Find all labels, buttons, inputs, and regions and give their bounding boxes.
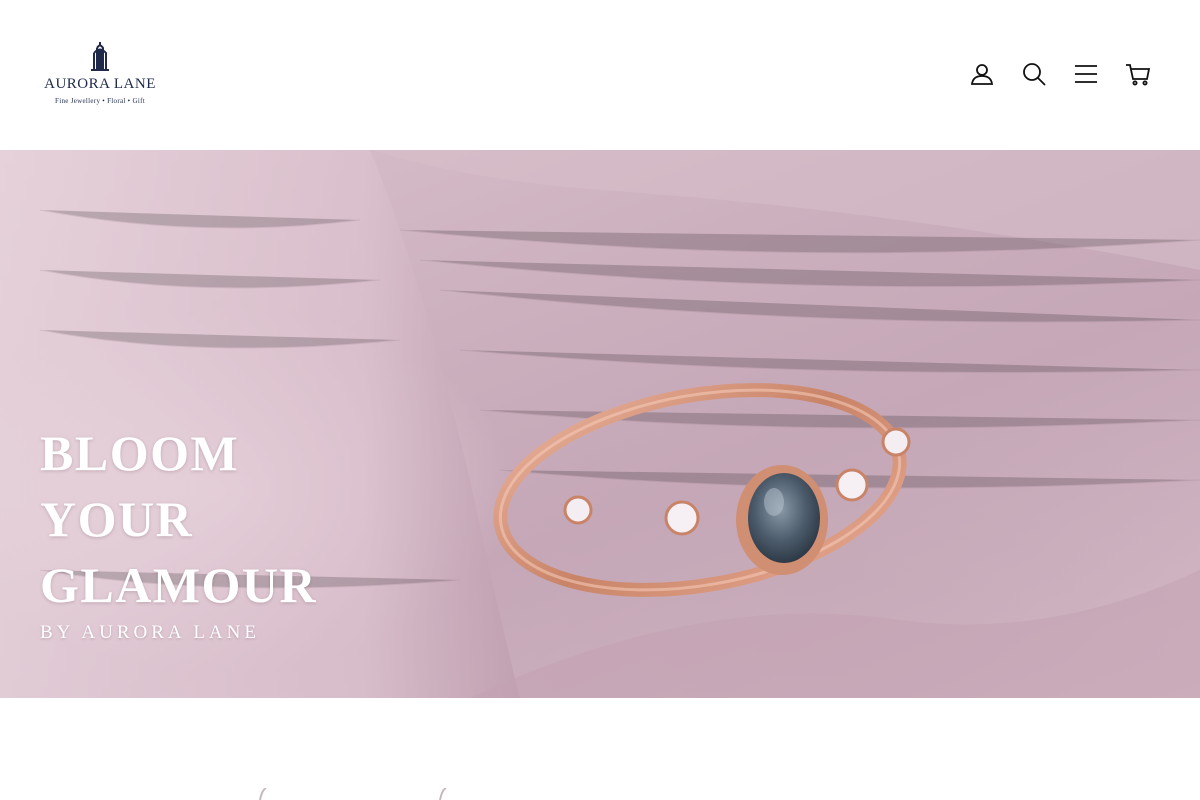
hero-title-line: BLOOM — [40, 425, 240, 481]
account-icon[interactable] — [968, 60, 996, 88]
hero-title-line: GLAMOUR — [40, 557, 318, 613]
hero-banner[interactable]: BLOOM YOUR GLAMOUR BY AURORA LANE — [0, 150, 1200, 698]
below-hero-section — [0, 698, 1200, 800]
hero-title: BLOOM YOUR GLAMOUR — [40, 420, 460, 618]
header-icon-nav — [968, 58, 1152, 90]
search-icon[interactable] — [1020, 60, 1048, 88]
hero-subtitle: BY AURORA LANE — [40, 622, 260, 643]
site-header: AURORA LANE Fine Jewellery • Floral • Gi… — [0, 0, 1200, 150]
hero-title-line: YOUR — [40, 491, 194, 547]
cart-icon[interactable] — [1124, 60, 1152, 88]
menu-icon[interactable] — [1072, 60, 1100, 88]
brand-logo[interactable]: AURORA LANE Fine Jewellery • Floral • Gi… — [40, 40, 160, 110]
brand-tagline: Fine Jewellery • Floral • Gift — [55, 97, 145, 105]
next-section-image-edge — [259, 788, 447, 800]
brand-name: AURORA LANE — [44, 76, 156, 92]
hero-text-block: BLOOM YOUR GLAMOUR BY AURORA LANE — [40, 420, 460, 644]
logo-mark-icon — [91, 42, 109, 71]
